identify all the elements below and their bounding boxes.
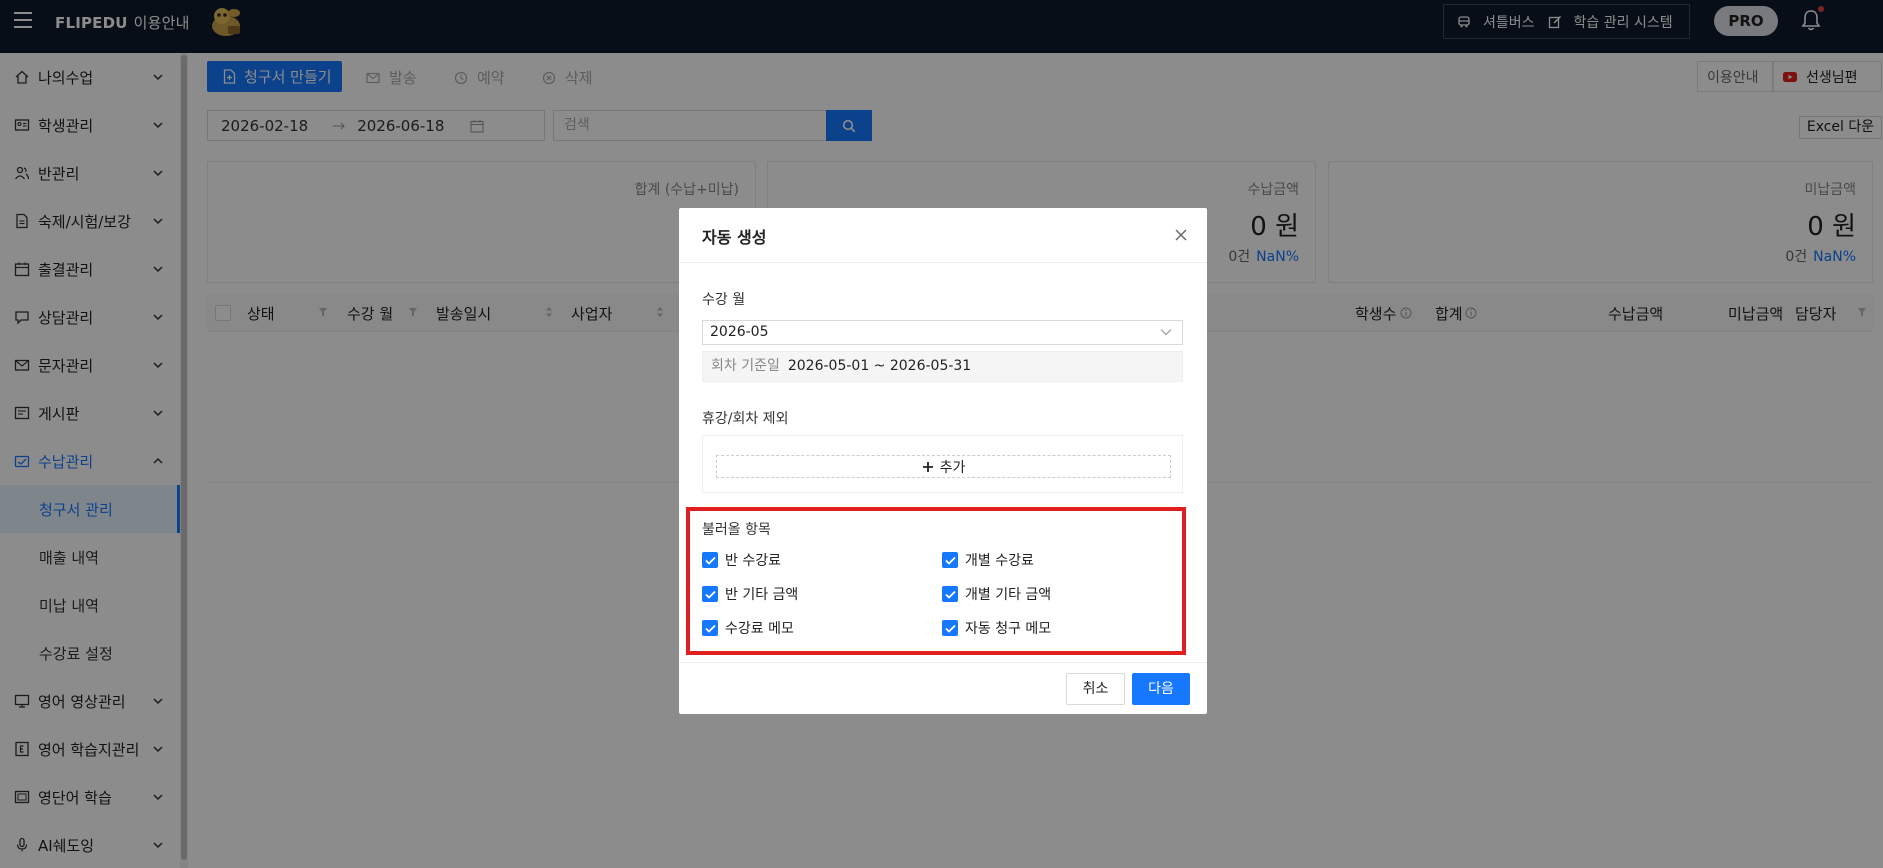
checkbox-label: 반 수강료: [725, 553, 781, 569]
import-label: 불러올 항목: [702, 522, 771, 538]
modal-footer: 취소 다음: [679, 662, 1207, 714]
checkbox-label: 수강료 메모: [725, 621, 794, 637]
cancel-button[interactable]: 취소: [1066, 673, 1125, 705]
modal-header: 자동 생성: [679, 208, 1207, 263]
checkbox-label: 반 기타 금액: [725, 587, 799, 603]
auto-generate-modal: 자동 생성 수강 월 2026-05 회차 기준일 2026-05-01 ~ 20…: [679, 208, 1207, 714]
checkbox-class-other[interactable]: 반 기타 금액: [702, 584, 798, 604]
period-value: 2026-05-01 ~ 2026-05-31: [787, 358, 972, 374]
checkbox-auto-billing-memo[interactable]: 자동 청구 메모: [942, 618, 1051, 638]
checked-box-icon[interactable]: [702, 552, 718, 568]
add-exclusion-button[interactable]: 추가: [716, 455, 1171, 478]
modal-title: 자동 생성: [702, 228, 767, 247]
period-key: 회차 기준일: [711, 358, 780, 374]
next-button[interactable]: 다음: [1132, 673, 1190, 705]
checkbox-tuition-memo[interactable]: 수강료 메모: [702, 618, 794, 638]
checked-box-icon[interactable]: [942, 586, 958, 602]
checkbox-label: 자동 청구 메모: [965, 621, 1052, 637]
month-label: 수강 월: [702, 292, 746, 308]
plus-icon: [922, 461, 933, 472]
checkbox-label: 개별 기타 금액: [965, 587, 1052, 603]
period-display: 회차 기준일 2026-05-01 ~ 2026-05-31: [702, 351, 1183, 382]
checked-box-icon[interactable]: [942, 620, 958, 636]
add-label: 추가: [939, 459, 966, 476]
checkbox-individual-tuition[interactable]: 개별 수강료: [942, 550, 1034, 570]
checked-box-icon[interactable]: [702, 586, 718, 602]
checkbox-class-tuition[interactable]: 반 수강료: [702, 550, 781, 570]
checkbox-individual-other[interactable]: 개별 기타 금액: [942, 584, 1051, 604]
exclude-label: 휴강/회차 제외: [702, 411, 789, 427]
exclude-box: 추가: [702, 435, 1183, 493]
chevron-down-icon: [1160, 329, 1172, 336]
month-select[interactable]: 2026-05: [702, 320, 1183, 345]
checkbox-label: 개별 수강료: [965, 553, 1034, 569]
checked-box-icon[interactable]: [702, 620, 718, 636]
month-value: 2026-05: [710, 324, 769, 340]
checked-box-icon[interactable]: [942, 552, 958, 568]
close-icon[interactable]: [1173, 227, 1189, 243]
